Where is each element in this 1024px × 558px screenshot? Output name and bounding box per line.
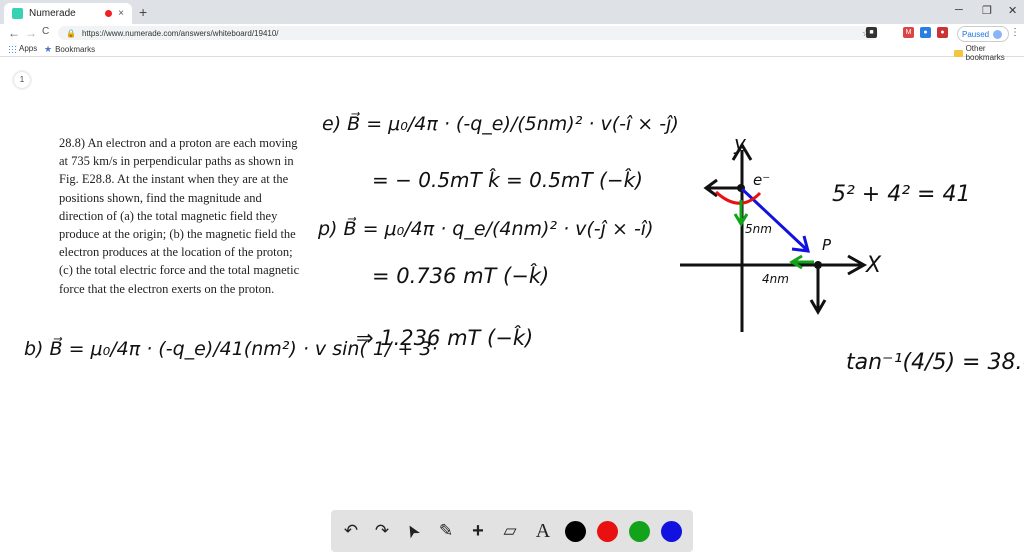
- add-icon[interactable]: +: [467, 520, 489, 542]
- text-tool-icon[interactable]: A: [532, 520, 554, 542]
- whiteboard-toolbar: ↶ ↷ ➤ ✎ + ▱ A: [331, 510, 693, 552]
- y-axis-label: y: [733, 131, 747, 155]
- r-vector-line: [740, 187, 808, 251]
- proton-label: P: [822, 236, 832, 254]
- color-black-swatch[interactable]: [565, 521, 586, 542]
- eraser-icon[interactable]: ▱: [499, 520, 521, 542]
- color-red-swatch[interactable]: [597, 521, 618, 542]
- color-blue-swatch[interactable]: [661, 521, 682, 542]
- pen-icon[interactable]: ✎: [435, 520, 457, 542]
- x-axis-label: X: [865, 253, 882, 278]
- undo-icon[interactable]: ↶: [340, 520, 362, 542]
- distance-4nm-label: 4nm: [762, 272, 789, 286]
- color-green-swatch[interactable]: [629, 521, 650, 542]
- redo-icon[interactable]: ↷: [371, 520, 393, 542]
- coordinate-diagram: y X e⁻ P 5nm 4nm: [680, 131, 882, 332]
- distance-5nm-label: 5nm: [745, 222, 772, 236]
- electron-label: e⁻: [753, 171, 770, 189]
- select-pointer-icon[interactable]: ➤: [398, 516, 428, 546]
